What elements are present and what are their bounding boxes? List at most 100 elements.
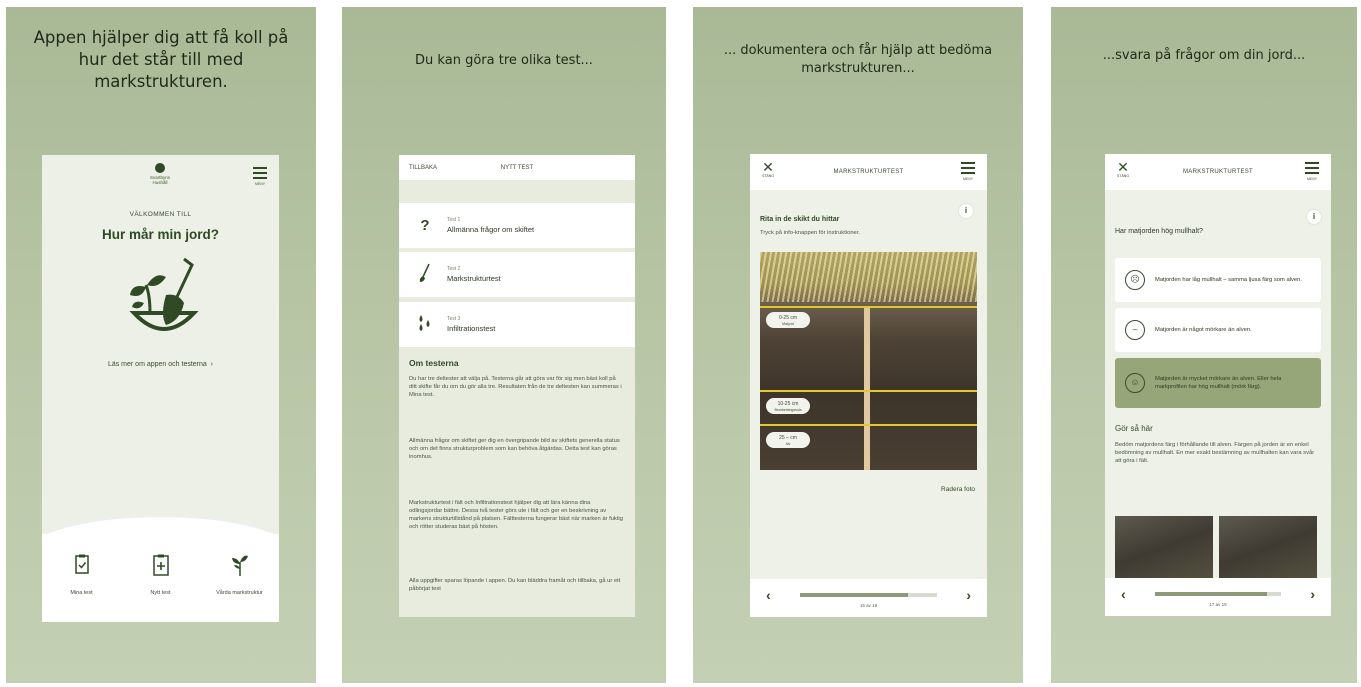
menu-label: MENY [962, 177, 974, 181]
phone-screen-home: Svartbyns Hushåll MENY VÄLKOMMEN TILL Hu… [42, 155, 279, 622]
about-heading: Om testerna [409, 358, 459, 368]
menu-icon[interactable]: MENY [961, 162, 975, 181]
screen-title: MARKSTRUKTURTEST [833, 169, 904, 175]
tab-label: Mina test [70, 590, 93, 596]
info-icon[interactable]: i [959, 204, 973, 218]
measuring-stick [864, 308, 870, 470]
answer-option-medium[interactable]: – Matjorden är något mörkare än alven. [1115, 308, 1321, 352]
progress-text: 15 av 19 [859, 603, 878, 608]
screen-header: ✕ STÄNG MARKSTRUKTURTEST MENY [750, 154, 987, 190]
question-text: Har matjorden hög mullhalt? [1115, 228, 1203, 235]
test-number: Test 1 [447, 217, 461, 223]
progress-fill [1155, 592, 1268, 596]
app-title: Hur mår min jord? [101, 227, 219, 242]
about-paragraph: Allmänna frågor om skiftet ger dig en öv… [409, 438, 620, 460]
test-name: Markstrukturtest [447, 274, 501, 283]
close-button[interactable]: ✕ STÄNG [762, 160, 774, 178]
phone-screen-structure-test: ✕ STÄNG MARKSTRUKTURTEST MENY i Rita in d… [750, 154, 987, 617]
shovel-icon [413, 263, 437, 287]
how-to-text: Bedöm matjordens färg i förhållande till… [1115, 442, 1315, 464]
grass-layer [760, 252, 977, 302]
tab-label: Nytt test [150, 590, 171, 596]
layer-line[interactable] [760, 424, 977, 426]
option-text: Matjorden är mycket mörkare än alven. El… [1155, 376, 1282, 390]
caption: ... dokumentera och får hjälp att bedöma… [723, 43, 993, 76]
next-arrow-icon[interactable]: › [1310, 586, 1315, 602]
test-card-infiltration[interactable]: Test 3 Infiltrationstest [399, 302, 635, 347]
tab-label: Vårda markstruktur [216, 590, 263, 596]
bottom-tab-bar: Mina test Nytt test Vårda markstruktur [42, 534, 279, 622]
layer-label[interactable]: 25 – cm Alv [766, 432, 810, 448]
app-logo: Svartbyns Hushåll [142, 163, 178, 185]
section-subheading: Tryck på info-knappen för instruktioner. [760, 230, 860, 236]
layer-line[interactable] [760, 390, 977, 392]
caption: Du kan göra tre olika test... [415, 53, 593, 68]
close-label: STÄNG [1117, 174, 1130, 178]
menu-label: MENY [254, 182, 266, 186]
progress-bar [1155, 592, 1281, 596]
about-paragraph: Markstrukturtest i fält och Infiltration… [409, 500, 623, 530]
close-icon: ✕ [1117, 159, 1129, 175]
tab-new-test[interactable]: Nytt test [126, 554, 196, 597]
frown-face-icon: ☹ [1125, 270, 1145, 290]
panel-questions: ...svara på frågor om din jord... ✕ STÄNG… [1051, 7, 1357, 683]
menu-icon[interactable]: MENY [253, 167, 267, 186]
phone-screen-question: ✕ STÄNG MARKSTRUKTURTEST MENY i Har matjo… [1105, 154, 1331, 616]
section-heading: Rita in de skikt du hittar [760, 216, 840, 223]
menu-label: MENY [1306, 177, 1318, 181]
clipboard-check-icon [74, 554, 89, 574]
droplets-icon [413, 314, 437, 336]
prev-arrow-icon[interactable]: ‹ [766, 587, 771, 603]
top-nav: TILLBAKA NYTT TEST [399, 155, 635, 180]
how-to-heading: Gör så här [1115, 424, 1153, 433]
screen-header: ✕ STÄNG MARKSTRUKTURTEST MENY [1105, 154, 1331, 190]
option-text: Matjorden har låg mullhalt – samma ljusa… [1155, 277, 1302, 283]
layer-line[interactable] [760, 306, 977, 308]
caption: ...svara på frågor om din jord... [1102, 48, 1306, 63]
about-paragraph: Alla uppgifter sparas löpande i appen. D… [409, 578, 621, 592]
test-name: Infiltrationstest [447, 324, 496, 333]
close-icon: ✕ [762, 159, 774, 175]
answer-option-low[interactable]: ☹ Matjorden har låg mullhalt – samma lju… [1115, 258, 1321, 302]
plant-shovel-icon [129, 257, 199, 331]
logo-text: Svartbyns Hushåll [149, 175, 170, 185]
back-button[interactable]: TILLBAKA [409, 165, 437, 171]
test-card-structure[interactable]: Test 2 Markstrukturtest [399, 252, 635, 297]
option-text: Matjorden är något mörkare än alven. [1155, 327, 1252, 333]
tab-care-soil[interactable]: Vårda markstruktur [205, 554, 275, 597]
progress-bar [800, 593, 937, 597]
tab-my-tests[interactable]: Mina test [47, 554, 117, 597]
info-icon[interactable]: i [1307, 210, 1321, 224]
test-number: Test 2 [447, 266, 461, 272]
answer-option-high[interactable]: ☺ Matjorden är mycket mörkare än alven. … [1115, 358, 1321, 408]
prev-arrow-icon[interactable]: ‹ [1121, 586, 1126, 602]
panel-document: ... dokumentera och får hjälp att bedöma… [693, 7, 1023, 683]
layer-label[interactable]: 0-25 cm Matjord [766, 312, 810, 328]
layer-label[interactable]: 10-25 cm Bearbetningssula [766, 398, 810, 414]
progress-fill [800, 593, 909, 597]
soil-photo[interactable] [1115, 516, 1213, 578]
question-icon: ? [420, 217, 430, 234]
test-name: Allmänna frågor om skiftet [447, 225, 535, 234]
progress-footer: ‹ 15 av 19 › [750, 579, 987, 617]
next-arrow-icon[interactable]: › [966, 587, 971, 603]
menu-icon[interactable]: MENY [1305, 162, 1319, 181]
panel-tests: Du kan göra tre olika test... TILLBAKA N… [342, 7, 666, 683]
smile-face-icon: ☺ [1125, 373, 1145, 393]
caption: Appen hjälper dig att få koll på hur det… [33, 28, 289, 91]
read-more-link[interactable]: Läs mer om appen och testerna › [42, 361, 279, 368]
neutral-face-icon: – [1125, 320, 1145, 340]
phone-screen-new-test: TILLBAKA NYTT TEST ? Test 1 Allmänna fråg… [399, 155, 635, 617]
soil-photo[interactable] [1219, 516, 1317, 578]
delete-photo-link[interactable]: Radera foto [941, 486, 975, 493]
close-button[interactable]: ✕ STÄNG [1117, 160, 1129, 178]
screen-title: MARKSTRUKTURTEST [1182, 169, 1254, 175]
progress-text: 17 av 19 [1209, 602, 1227, 607]
test-card-general[interactable]: ? Test 1 Allmänna frågor om skiftet [399, 203, 635, 248]
test-number: Test 3 [447, 316, 461, 322]
about-paragraph: Du har tre deltester att välja på. Teste… [409, 376, 622, 398]
sprout-icon [231, 555, 248, 576]
soil-profile-photo[interactable]: 0-25 cm Matjord 10-25 cm Bearbetningssula … [760, 252, 977, 470]
welcome-label: VÄLKOMMEN TILL [129, 211, 192, 218]
clipboard-plus-icon [152, 554, 169, 576]
